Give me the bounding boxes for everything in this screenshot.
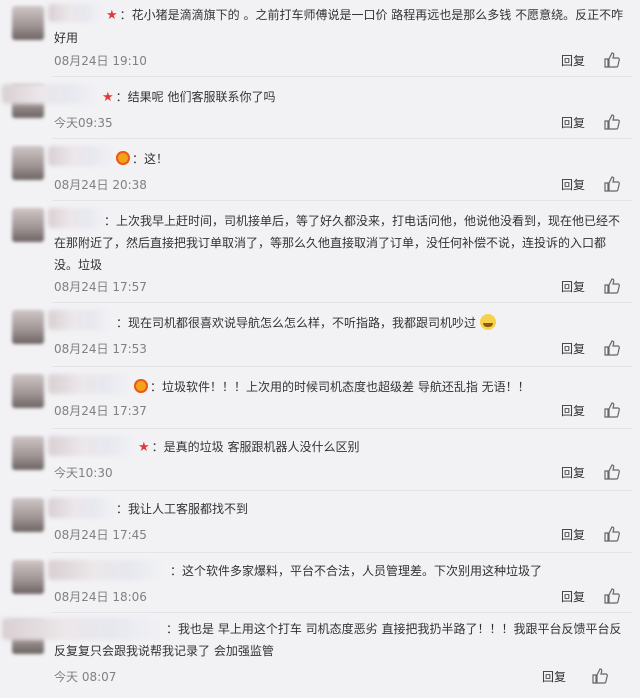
avatar[interactable] [12, 6, 44, 40]
comment-text: ：垃圾软件！！！上次用的时候司机态度也超级差 导航还乱指 无语！！ [134, 376, 530, 398]
divider [52, 200, 632, 201]
comment-date: 08月24日 17:57 [54, 280, 147, 294]
comment-text: ：上次我早上赶时间，司机接单后，等了好久都没来，打电话问他，他说他没看到，现在他… [54, 214, 621, 272]
thumbs-up-icon[interactable] [604, 278, 620, 294]
reply-button[interactable]: 回复 [542, 668, 566, 685]
comment-text: ：现在司机都很喜欢说导航怎么怎么样，不听指路，我都跟司机吵过 [116, 312, 496, 334]
reply-button[interactable]: 回复 [561, 278, 585, 295]
comment-date: 08月24日 17:45 [54, 528, 147, 542]
username-blur[interactable] [48, 374, 130, 394]
comment-list: ★ ：花小猪是滴滴旗下的 。之前打车师傅说是一口价 路程再远也是那么多钱 不愿意绕… [0, 0, 640, 698]
avatar[interactable] [12, 374, 44, 408]
divider [52, 76, 632, 77]
reply-button[interactable]: 回复 [561, 176, 585, 193]
medal-badge-icon [116, 151, 130, 165]
comment-text: ：我也是 早上用这个打车 司机态度恶劣 直接把我扔半路了！！！我跟平台反馈平台反… [54, 622, 622, 658]
divider [52, 612, 632, 613]
username-blur[interactable] [48, 560, 164, 580]
comment-date: 08月24日 18:06 [54, 590, 147, 604]
thumbs-up-icon[interactable] [604, 52, 620, 68]
divider [52, 302, 632, 303]
thumbs-up-icon[interactable] [604, 402, 620, 418]
avatar[interactable] [12, 208, 44, 242]
thumbs-up-icon[interactable] [604, 340, 620, 356]
avatar[interactable] [12, 436, 44, 470]
divider [52, 366, 632, 367]
username-blur[interactable] [2, 84, 98, 104]
divider [52, 138, 632, 139]
avatar[interactable] [12, 146, 44, 180]
comment-date: 08月24日 17:53 [54, 342, 147, 356]
divider [52, 552, 632, 553]
thumbs-up-icon[interactable] [604, 526, 620, 542]
comment-date: 今天 08:07 [54, 670, 117, 684]
star-badge-icon: ★ [106, 8, 118, 23]
star-badge-icon: ★ [102, 90, 114, 105]
reply-button[interactable]: 回复 [561, 526, 585, 543]
reply-button[interactable]: 回复 [561, 114, 585, 131]
reply-button[interactable]: 回复 [561, 52, 585, 69]
username-blur[interactable] [48, 498, 114, 518]
thumbs-up-icon[interactable] [592, 668, 608, 684]
avatar[interactable] [12, 498, 44, 532]
thumbs-up-icon[interactable] [604, 176, 620, 192]
username-blur[interactable] [48, 310, 110, 330]
divider [52, 428, 632, 429]
username-blur[interactable] [48, 146, 112, 166]
comment-date: 08月24日 19:10 [54, 54, 147, 68]
comment-text: ★ ：结果呢 他们客服联系你了吗 [102, 90, 276, 105]
comment-text: ：我让人工客服都找不到 [116, 502, 249, 516]
reply-button[interactable]: 回复 [561, 464, 585, 481]
star-badge-icon: ★ [138, 440, 150, 455]
comment-date: 08月24日 20:38 [54, 178, 147, 192]
username-blur[interactable] [48, 436, 134, 456]
avatar[interactable] [12, 560, 44, 594]
comment-text: ：这！ [116, 148, 168, 170]
reply-button[interactable]: 回复 [561, 340, 585, 357]
reply-button[interactable]: 回复 [561, 588, 585, 605]
grin-emoji-icon [479, 314, 496, 330]
thumbs-up-icon[interactable] [604, 588, 620, 604]
reply-button[interactable]: 回复 [561, 402, 585, 419]
comment-date: 今天10:30 [54, 466, 113, 480]
comment-text: ：这个软件多家爆料，平台不合法，人员管理差。下次别用这种垃圾了 [170, 564, 543, 578]
comment-text: ★ ：花小猪是滴滴旗下的 。之前打车师傅说是一口价 路程再远也是那么多钱 不愿意绕… [54, 8, 624, 45]
thumbs-up-icon[interactable] [604, 114, 620, 130]
thumbs-up-icon[interactable] [604, 464, 620, 480]
medal-badge-icon [134, 379, 148, 393]
comment-text: ★ ：是真的垃圾 客服跟机器人没什么区别 [138, 440, 360, 455]
comment-date: 08月24日 17:37 [54, 404, 147, 418]
comment-date: 今天09:35 [54, 116, 113, 130]
divider [52, 490, 632, 491]
avatar[interactable] [12, 310, 44, 344]
